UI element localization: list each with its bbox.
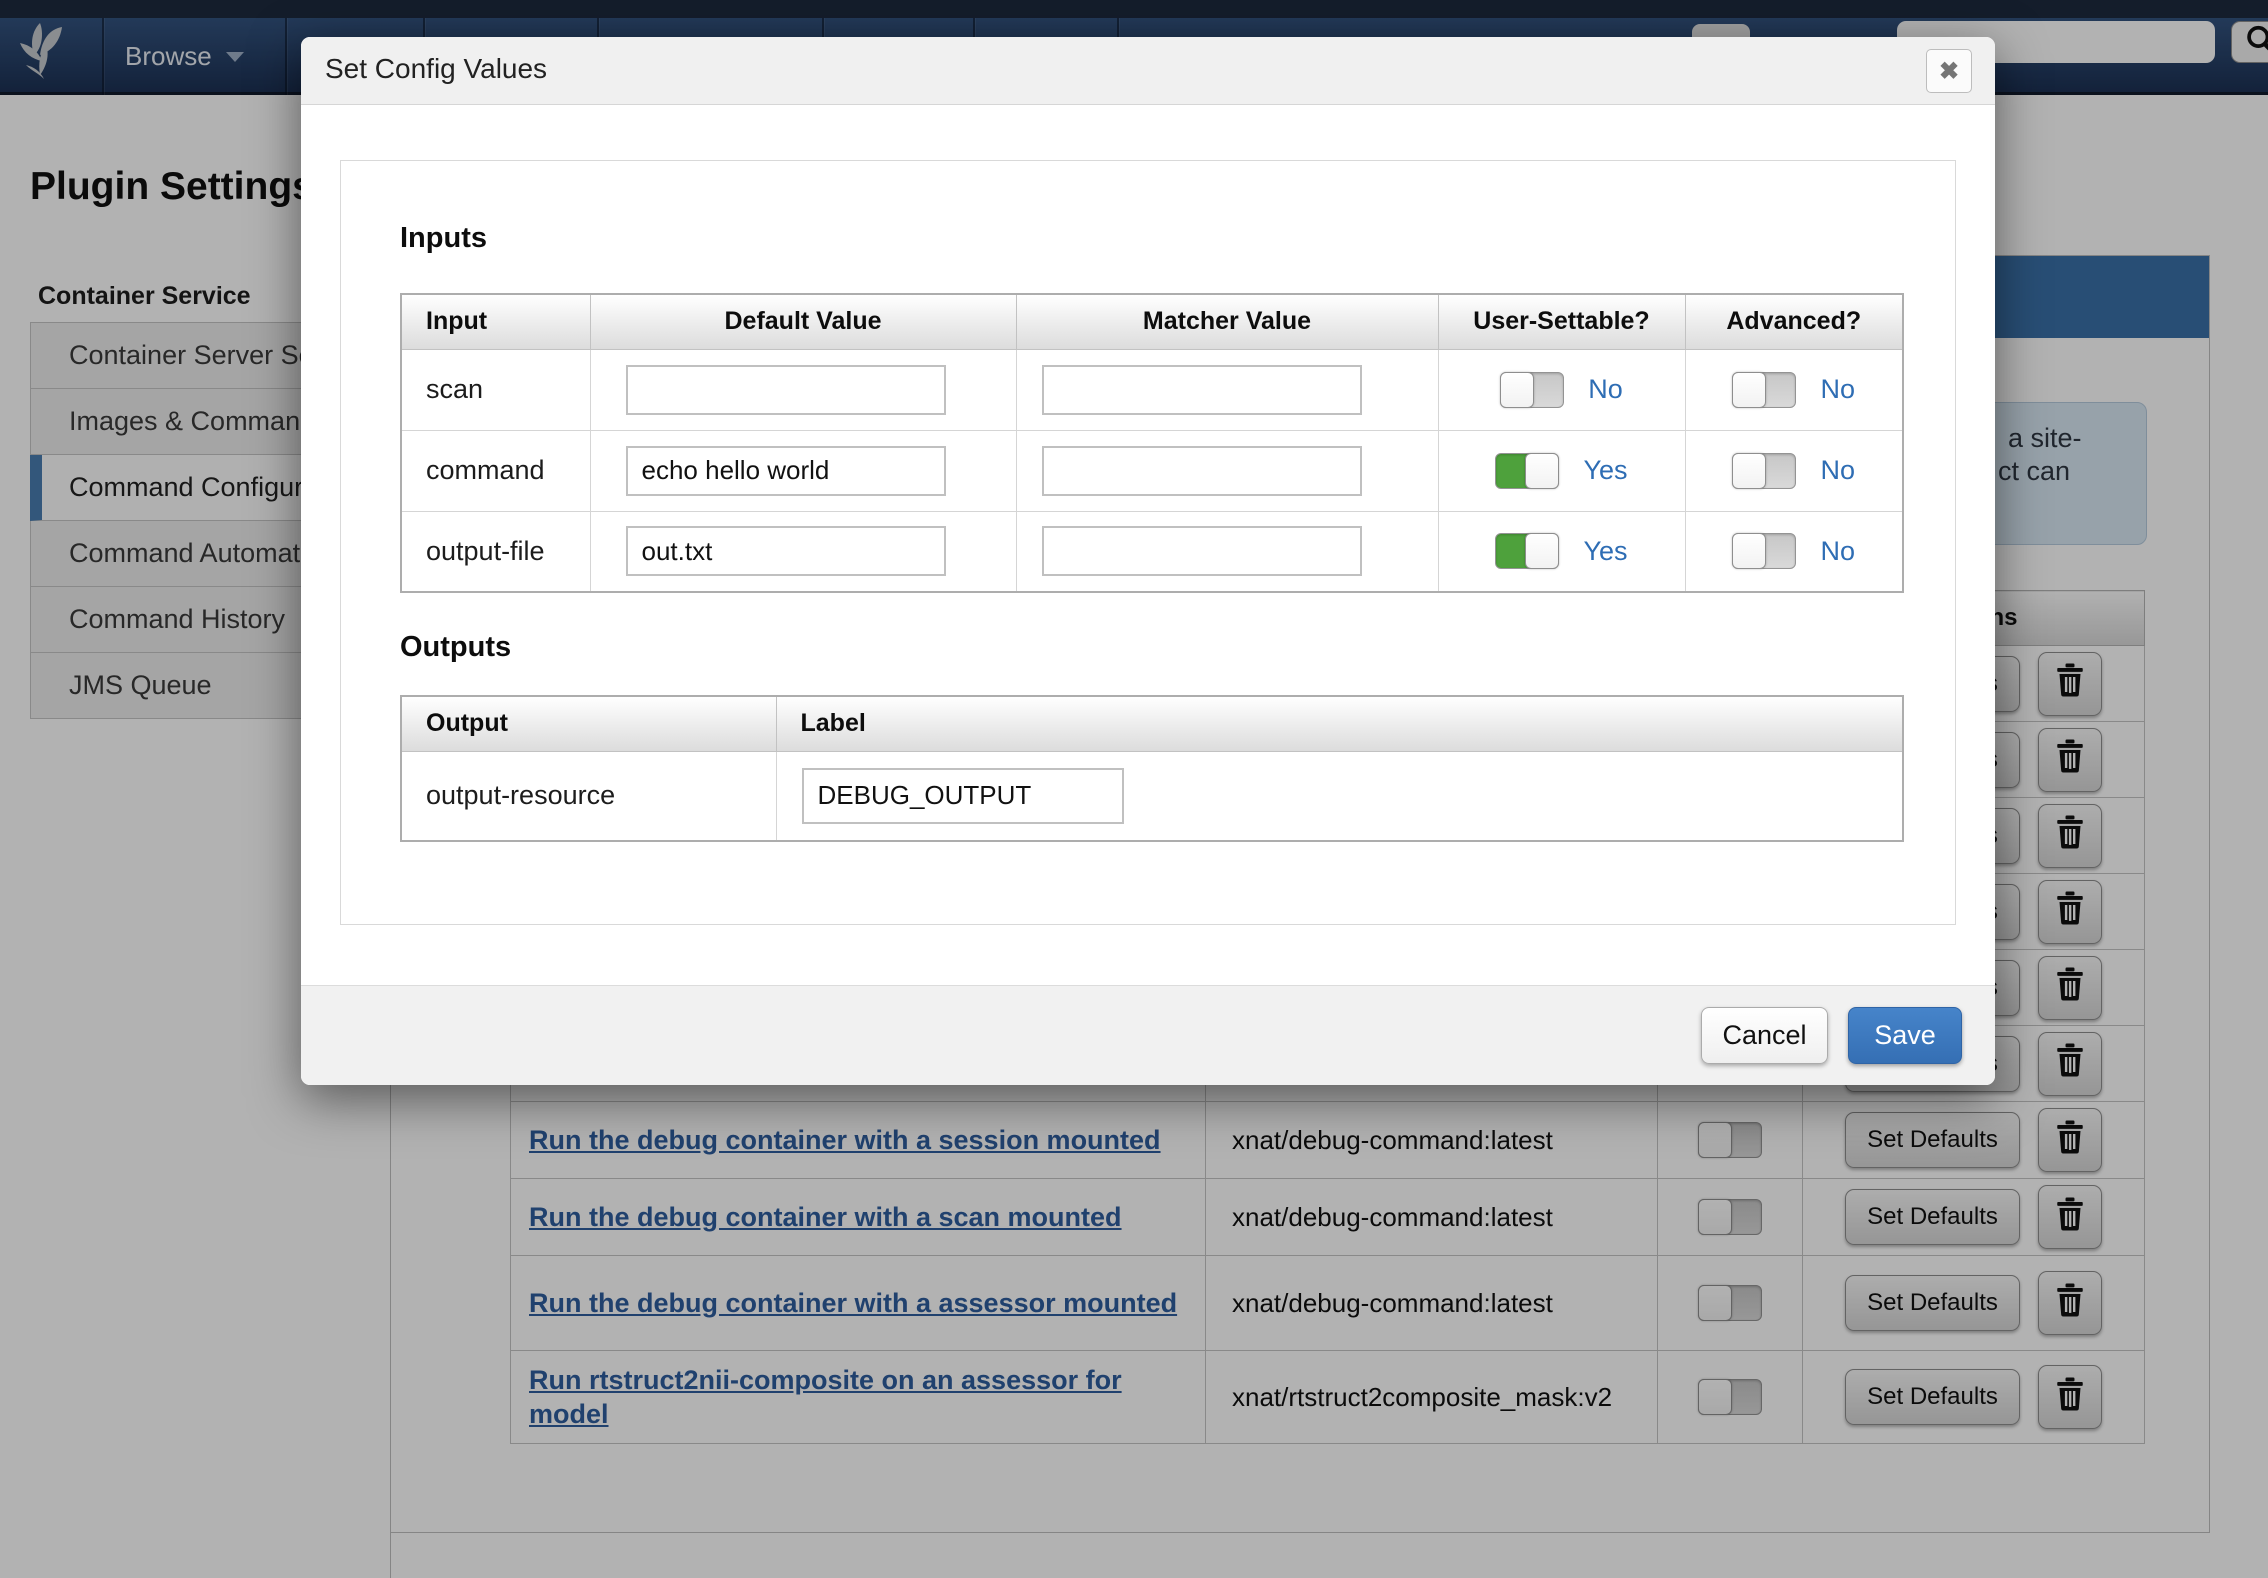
save-button[interactable]: Save [1848,1007,1962,1064]
default-value-field[interactable] [626,526,946,576]
column-header-label: Label [776,696,1903,751]
column-header-default-value: Default Value [590,294,1016,349]
toggle-state-label: Yes [1583,536,1627,566]
output-row-output-resource: output-resource [401,751,1903,841]
dialog-header: Set Config Values ✖ [301,37,1995,105]
toggle-state-label: No [1588,374,1623,404]
inputs-table: Input Default Value Matcher Value User-S… [400,293,1904,593]
column-header-input: Input [401,294,590,349]
user-settable-toggle[interactable] [1500,372,1564,408]
column-header-advanced: Advanced? [1685,294,1903,349]
column-header-matcher-value: Matcher Value [1016,294,1438,349]
table-header-row: Output Label [401,696,1903,751]
inputs-heading: Inputs [400,222,487,255]
dialog-title: Set Config Values [325,53,547,85]
matcher-value-field[interactable] [1042,526,1362,576]
advanced-toggle[interactable] [1732,372,1796,408]
toggle-state-label: No [1820,455,1855,485]
user-settable-toggle[interactable] [1495,533,1559,569]
set-config-values-dialog: Set Config Values ✖ Inputs Input Default… [301,37,1995,1085]
screen: Browse Plugin Settings Container Service… [0,0,2268,1578]
user-settable-toggle[interactable] [1495,453,1559,489]
input-name: command [401,430,590,511]
dialog-footer: Cancel Save [301,985,1995,1085]
advanced-toggle[interactable] [1732,533,1796,569]
close-icon: ✖ [1939,57,1959,86]
matcher-value-field[interactable] [1042,365,1362,415]
default-value-field[interactable] [626,446,946,496]
matcher-value-field[interactable] [1042,446,1362,496]
output-label-field[interactable] [802,768,1124,824]
output-name: output-resource [401,751,776,841]
input-row-output-file: output-file Yes No [401,511,1903,592]
input-row-scan: scan No No [401,349,1903,430]
column-header-user-settable: User-Settable? [1438,294,1685,349]
close-button[interactable]: ✖ [1926,49,1972,93]
default-value-field[interactable] [626,365,946,415]
table-header-row: Input Default Value Matcher Value User-S… [401,294,1903,349]
toggle-state-label: Yes [1583,455,1627,485]
outputs-table: Output Label output-resource [400,695,1904,842]
cancel-button[interactable]: Cancel [1701,1007,1828,1064]
toggle-state-label: No [1820,536,1855,566]
input-name: output-file [401,511,590,592]
column-header-output: Output [401,696,776,751]
advanced-toggle[interactable] [1732,453,1796,489]
outputs-heading: Outputs [400,631,511,664]
input-row-command: command Yes No [401,430,1903,511]
toggle-state-label: No [1820,374,1855,404]
input-name: scan [401,349,590,430]
